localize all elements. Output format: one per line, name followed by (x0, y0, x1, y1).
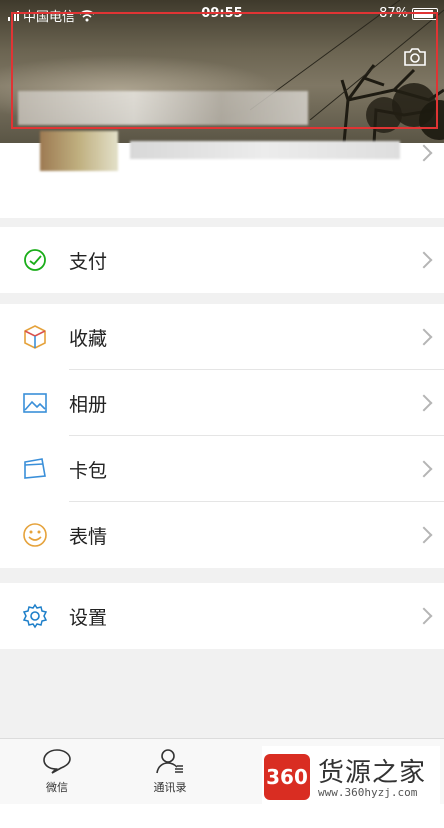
menu-item-settings[interactable]: 设置 (0, 583, 444, 649)
gear-icon (22, 603, 48, 629)
menu-item-album[interactable]: 相册 (0, 370, 444, 436)
watermark-url: www.360hyzj.com (318, 786, 418, 799)
menu-item-favorites[interactable]: 收藏 (0, 304, 444, 370)
menu-label-cards: 卡包 (69, 459, 108, 482)
chevron-right-icon (415, 251, 433, 269)
cube-icon (24, 325, 46, 349)
tab-label-contacts: 通讯录 (153, 781, 187, 794)
camera-icon[interactable] (403, 47, 427, 67)
chevron-right-icon (415, 607, 433, 625)
tab-contacts[interactable]: 通讯录 (130, 747, 210, 795)
chevron-right-icon (415, 394, 433, 412)
smiley-icon (23, 523, 47, 547)
chevron-right-icon (415, 328, 433, 346)
wallet-check-icon (24, 249, 46, 271)
section-personal: 收藏 相册 卡包 表情 (0, 304, 444, 568)
profile-card[interactable] (0, 91, 444, 218)
card-wallet-icon (24, 458, 46, 479)
menu-item-cards[interactable]: 卡包 (0, 436, 444, 502)
tab-label-chats: 微信 (46, 781, 68, 794)
menu-label-pay: 支付 (69, 250, 108, 273)
watermark-logo: 360 (264, 754, 310, 800)
menu-label-favorites: 收藏 (69, 327, 108, 350)
profile-id-blurred (130, 141, 400, 159)
menu-item-stickers[interactable]: 表情 (0, 502, 444, 568)
section-settings: 设置 (0, 583, 444, 649)
menu-label-album: 相册 (69, 393, 108, 416)
avatar (40, 131, 118, 171)
chevron-right-icon (415, 144, 433, 162)
menu-label-settings: 设置 (69, 606, 108, 629)
chat-bubble-icon (43, 749, 71, 774)
section-pay: 支付 (0, 227, 444, 293)
tab-chats[interactable]: 微信 (17, 747, 97, 795)
chevron-right-icon (415, 460, 433, 478)
chevron-right-icon (415, 526, 433, 544)
contacts-icon (156, 749, 183, 774)
profile-name-blurred (18, 91, 308, 125)
bottom-margin (0, 804, 444, 828)
menu-item-pay[interactable]: 支付 (0, 227, 444, 293)
menu-label-stickers: 表情 (69, 525, 108, 548)
photo-icon (23, 393, 47, 413)
watermark: 360 货源之家 www.360hyzj.com (262, 746, 440, 804)
watermark-title: 货源之家 (318, 758, 427, 788)
